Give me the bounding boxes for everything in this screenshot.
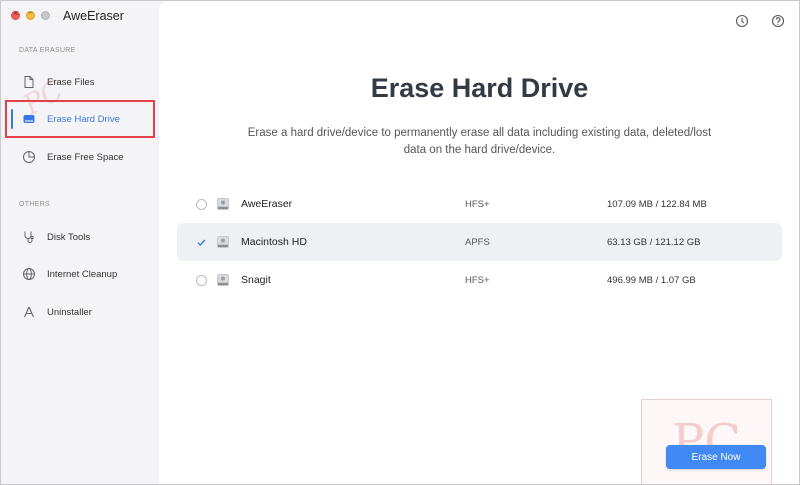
radio-button[interactable]	[196, 274, 207, 286]
erase-now-button[interactable]: Erase Now	[666, 445, 766, 469]
app-title: AweEraser	[63, 9, 124, 23]
pie-chart-icon	[21, 149, 37, 165]
sidebar-item-label: Uninstaller	[47, 306, 92, 318]
drive-name: Snagit	[241, 274, 271, 286]
sidebar: AweEraser PC DATA ERASURE Erase Files Er…	[1, 1, 159, 484]
drive-size: 107.09 MB / 122.84 MB	[607, 198, 707, 210]
header-icons	[734, 13, 786, 29]
watermark-logo: PC	[641, 399, 772, 484]
app-window: AweEraser PC DATA ERASURE Erase Files Er…	[0, 0, 800, 485]
file-icon	[21, 74, 37, 90]
page-description: Erase a hard drive/device to permanently…	[247, 127, 712, 156]
sidebar-item-erase-hard-drive[interactable]: Erase Hard Drive	[5, 100, 155, 138]
hard-drive-icon	[215, 234, 231, 250]
sidebar-item-internet-cleanup[interactable]: Internet Cleanup	[13, 260, 153, 288]
history-icon[interactable]	[734, 13, 750, 29]
drive-name: Macintosh HD	[241, 236, 307, 248]
drive-filesystem: HFS+	[465, 274, 490, 286]
sidebar-item-erase-files[interactable]: Erase Files	[13, 68, 153, 96]
hard-drive-icon	[215, 272, 231, 288]
main-panel: Erase Hard Drive Erase a hard drive/devi…	[159, 1, 799, 484]
drive-row-macintosh-hd[interactable]: Macintosh HD APFS 63.13 GB / 121.12 GB	[177, 223, 782, 261]
sidebar-item-label: Erase Free Space	[47, 151, 124, 163]
sidebar-item-label: Disk Tools	[47, 231, 91, 243]
close-window-button[interactable]	[11, 8, 20, 20]
stethoscope-icon	[21, 229, 37, 245]
sidebar-item-uninstaller[interactable]: Uninstaller	[13, 298, 153, 326]
sidebar-item-label: Internet Cleanup	[47, 268, 118, 280]
globe-icon	[21, 266, 37, 282]
sidebar-item-disk-tools[interactable]: Disk Tools	[13, 223, 153, 251]
drive-row-aweeraser[interactable]: AweEraser HFS+ 107.09 MB / 122.84 MB	[177, 185, 782, 223]
sidebar-item-erase-free-space[interactable]: Erase Free Space	[13, 143, 153, 171]
drive-name: AweEraser	[241, 198, 293, 210]
help-icon[interactable]	[770, 13, 786, 29]
sidebar-item-label: Erase Files	[47, 76, 95, 88]
sidebar-item-label: Erase Hard Drive	[47, 113, 120, 125]
zoom-window-button[interactable]	[41, 11, 50, 20]
drive-size: 496.99 MB / 1.07 GB	[607, 274, 696, 286]
drive-list: AweEraser HFS+ 107.09 MB / 122.84 MB Mac…	[177, 185, 782, 299]
section-label-data-erasure: DATA ERASURE	[19, 47, 76, 54]
window-controls	[11, 8, 50, 20]
drive-row-snagit[interactable]: Snagit HFS+ 496.99 MB / 1.07 GB	[177, 261, 782, 299]
drive-size: 63.13 GB / 121.12 GB	[607, 236, 701, 248]
active-indicator	[11, 109, 13, 129]
minimize-window-button[interactable]	[26, 8, 35, 20]
radio-button[interactable]	[196, 198, 207, 210]
hard-drive-icon	[21, 111, 37, 127]
hard-drive-icon	[215, 196, 231, 212]
drive-filesystem: APFS	[465, 236, 490, 248]
app-store-icon	[21, 304, 37, 320]
section-label-others: OTHERS	[19, 201, 50, 208]
checkmark-icon[interactable]	[196, 237, 207, 248]
page-title: Erase Hard Drive	[370, 73, 589, 103]
drive-filesystem: HFS+	[465, 198, 490, 210]
